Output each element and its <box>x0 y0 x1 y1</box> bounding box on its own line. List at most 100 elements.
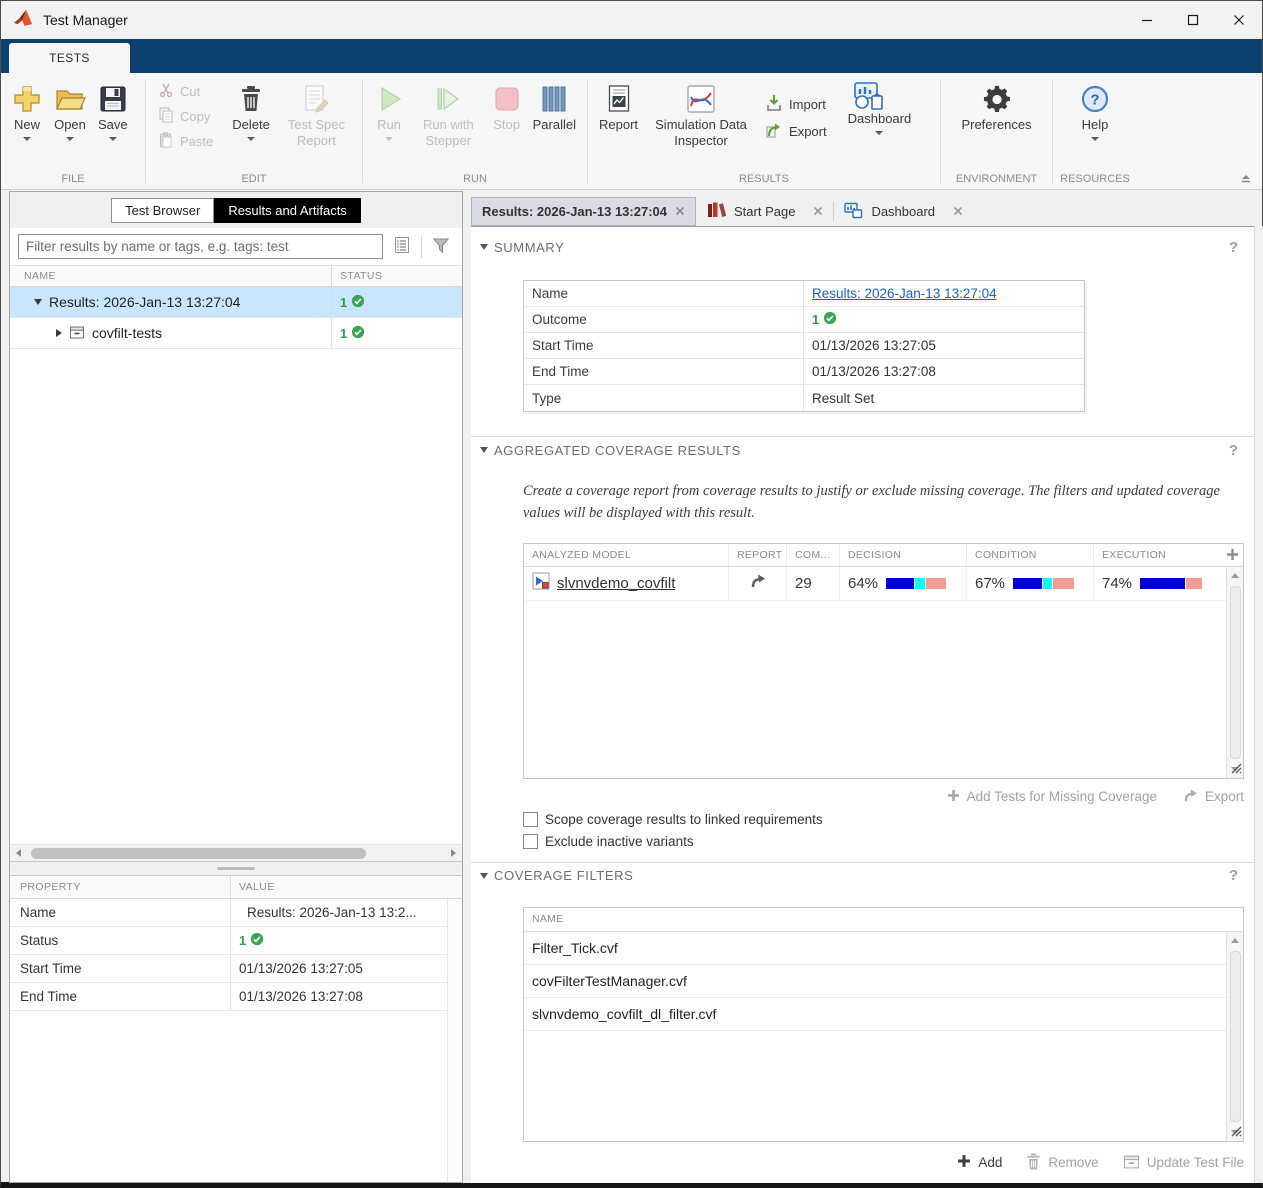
scroll-up-button[interactable] <box>1227 932 1244 949</box>
summary-row-end-time: End Time 01/13/2026 13:27:08 <box>524 359 1084 385</box>
resize-grip[interactable] <box>1230 762 1242 777</box>
paste-button[interactable]: Paste <box>152 131 219 152</box>
horizontal-splitter[interactable] <box>10 861 462 876</box>
filters-col-name[interactable]: NAME <box>524 908 1243 932</box>
new-button[interactable]: New <box>7 79 47 143</box>
horizontal-scrollbar[interactable] <box>10 844 462 861</box>
tab-results-document[interactable]: Results: 2026-Jan-13 13:27:04 <box>471 197 696 226</box>
chevron-down-icon[interactable] <box>480 873 488 879</box>
update-test-file-button[interactable]: Update Test File <box>1123 1153 1244 1173</box>
close-button[interactable] <box>1216 1 1262 39</box>
scrollbar-thumb[interactable] <box>31 848 366 859</box>
close-icon[interactable] <box>813 204 823 219</box>
tab-start-page[interactable]: Start Page <box>696 197 833 226</box>
col-condition[interactable]: CONDITION <box>967 544 1094 566</box>
chevron-right-icon[interactable] <box>56 329 62 337</box>
summary-key: Name <box>524 281 804 306</box>
col-analyzed-model[interactable]: ANALYZED MODEL <box>524 544 729 566</box>
tab-dashboard[interactable]: Dashboard <box>834 197 973 226</box>
close-icon[interactable] <box>953 204 963 219</box>
summary-key: Type <box>524 385 804 411</box>
dashboard-button[interactable]: Dashboard <box>843 79 917 137</box>
funnel-icon <box>432 237 450 257</box>
filter-row-item[interactable]: Filter_Tick.cvf <box>524 932 1243 965</box>
add-column-button[interactable] <box>1226 548 1239 564</box>
tab-test-browser[interactable]: Test Browser <box>111 198 214 223</box>
splitter-handle[interactable] <box>217 867 255 870</box>
save-button[interactable]: Save <box>93 79 133 143</box>
tab-results-and-artifacts[interactable]: Results and Artifacts <box>214 198 361 223</box>
scope-coverage-checkbox[interactable] <box>523 812 538 827</box>
run-with-stepper-button[interactable]: Run with Stepper <box>411 79 486 150</box>
property-row-name[interactable]: Name Results: 2026-Jan-13 13:2... <box>10 899 462 927</box>
exclude-variants-checkbox[interactable] <box>523 834 538 849</box>
execution-percent: 74% <box>1102 575 1132 592</box>
test-spec-report-button[interactable]: Test Spec Report <box>277 79 356 150</box>
filter-row-item[interactable]: slvnvdemo_covfilt_dl_filter.cvf <box>524 998 1243 1031</box>
property-row-end-time[interactable]: End Time 01/13/2026 13:27:08 <box>10 983 462 1011</box>
col-report[interactable]: REPORT <box>729 544 787 566</box>
col-execution[interactable]: EXECUTION <box>1094 544 1217 566</box>
tree-row-results[interactable]: Results: 2026-Jan-13 13:27:04 1 <box>10 287 462 318</box>
filter-results-input[interactable] <box>18 234 383 259</box>
tab-tests[interactable]: TESTS <box>9 43 130 73</box>
scroll-left-button[interactable] <box>10 845 27 862</box>
run-button[interactable]: Run <box>369 79 409 143</box>
import-button[interactable]: Import <box>759 93 833 116</box>
export-coverage-button[interactable]: Export <box>1183 788 1244 806</box>
filter-button[interactable] <box>428 235 454 259</box>
copy-button[interactable]: Copy <box>152 106 219 127</box>
open-report-icon[interactable] <box>750 573 766 593</box>
help-question-icon[interactable]: ? <box>1229 442 1238 459</box>
tree-col-status: STATUS <box>331 266 462 286</box>
property-row-start-time[interactable]: Start Time 01/13/2026 13:27:05 <box>10 955 462 983</box>
col-complexity[interactable]: COM... <box>787 544 840 566</box>
scrollbar-thumb[interactable] <box>1230 586 1241 759</box>
help-button[interactable]: ? Help <box>1076 79 1114 143</box>
collapse-ribbon-button[interactable] <box>1240 173 1252 183</box>
parallel-button[interactable]: Parallel <box>528 79 581 135</box>
export-button[interactable]: Export <box>759 120 833 143</box>
chevron-down-icon[interactable] <box>480 447 488 453</box>
result-set-link[interactable]: Results: 2026-Jan-13 13:27:04 <box>812 286 997 301</box>
scrollbar-thumb[interactable] <box>1230 951 1241 1122</box>
filter-row-item[interactable]: covFilterTestManager.cvf <box>524 965 1243 998</box>
summary-value: 01/13/2026 13:27:08 <box>804 359 1084 384</box>
saved-filters-button[interactable] <box>389 235 415 259</box>
scroll-up-button[interactable] <box>1227 567 1244 584</box>
add-filter-button[interactable]: Add <box>957 1154 1002 1171</box>
minimize-button[interactable] <box>1124 1 1170 39</box>
chevron-down-icon[interactable] <box>480 244 488 250</box>
preferences-button[interactable]: Preferences <box>956 79 1036 135</box>
simulation-data-inspector-button[interactable]: Simulation Data Inspector <box>645 79 757 150</box>
chevron-down-icon[interactable] <box>34 299 42 305</box>
resize-grip[interactable] <box>1230 1125 1242 1140</box>
vertical-scrollbar[interactable] <box>1226 567 1243 778</box>
add-tests-for-missing-coverage-button[interactable]: Add Tests for Missing Coverage <box>947 789 1157 805</box>
document-scrollbar-gutter[interactable] <box>1254 226 1263 1183</box>
stop-button[interactable]: Stop <box>488 79 526 135</box>
close-icon[interactable] <box>675 204 685 219</box>
col-decision[interactable]: DECISION <box>840 544 967 566</box>
open-button[interactable]: Open <box>49 79 91 143</box>
remove-filter-button[interactable]: Remove <box>1026 1153 1098 1173</box>
tree-row-covfilt-tests[interactable]: covfilt-tests 1 <box>10 318 462 349</box>
delete-button[interactable]: Delete <box>227 79 275 143</box>
summary-section-header[interactable]: SUMMARY ? <box>471 234 1254 260</box>
coverage-row[interactable]: slvnvdemo_covfilt 29 64% 67% 74% <box>524 567 1243 601</box>
coverage-section-header[interactable]: AGGREGATED COVERAGE RESULTS ? <box>471 437 1254 463</box>
summary-value: Result Set <box>804 385 1084 411</box>
property-row-status[interactable]: Status 1 <box>10 927 462 955</box>
cut-button[interactable]: Cut <box>152 81 219 102</box>
report-button[interactable]: Report <box>594 79 643 135</box>
model-link[interactable]: slvnvdemo_covfilt <box>557 575 675 592</box>
simulation-data-inspector-label: Simulation Data Inspector <box>650 117 752 148</box>
vertical-splitter[interactable] <box>463 191 471 1183</box>
scroll-right-button[interactable] <box>445 845 462 862</box>
help-question-icon[interactable]: ? <box>1229 867 1238 884</box>
save-label: Save <box>98 117 128 133</box>
maximize-button[interactable] <box>1170 1 1216 39</box>
filters-section-header[interactable]: COVERAGE FILTERS ? <box>471 863 1254 889</box>
help-question-icon[interactable]: ? <box>1229 239 1238 256</box>
vertical-scrollbar[interactable] <box>1226 932 1243 1141</box>
